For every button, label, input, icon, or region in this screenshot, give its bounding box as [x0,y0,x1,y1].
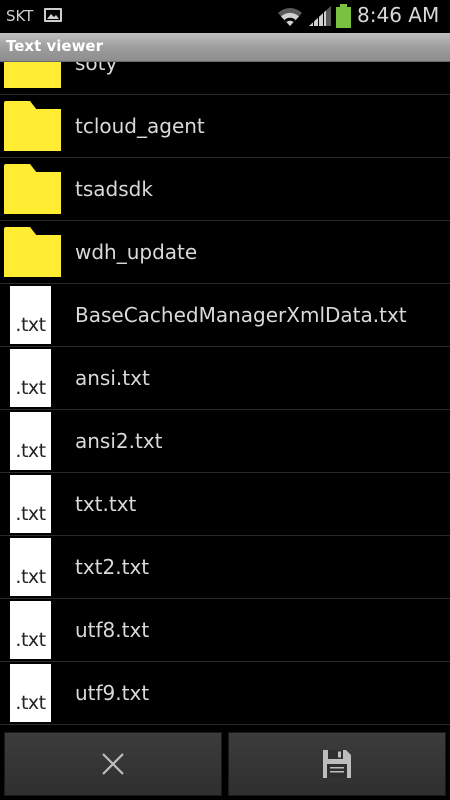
folder-row[interactable]: wdh_update [0,221,450,284]
file-row[interactable]: .txt ansi2.txt [0,410,450,473]
file-row[interactable]: .txt BaseCachedManagerXmlData.txt [0,284,450,347]
file-name: txt2.txt [75,555,150,579]
title-bar: Text viewer [0,33,450,62]
folder-name: tcloud_agent [75,114,205,138]
folder-icon [4,101,61,151]
text-file-icon: .txt [10,664,51,722]
folder-icon [4,164,61,214]
text-file-icon: .txt [10,538,51,596]
text-file-icon: .txt [10,601,51,659]
folder-row[interactable]: soty [0,62,450,95]
file-row[interactable]: .txt txt2.txt [0,536,450,599]
file-row[interactable]: .txt ansi.txt [0,347,450,410]
file-name: utf8.txt [75,618,150,642]
file-extension-label: .txt [15,692,46,714]
file-name: txt.txt [75,492,137,516]
folder-name: soty [75,62,118,75]
save-icon [323,750,351,778]
file-row[interactable]: .txt utf8.txt [0,599,450,662]
file-extension-label: .txt [15,566,46,588]
folder-icon [4,227,61,277]
signal-strength-icon [309,6,331,26]
file-row[interactable]: .txt utf9.txt [0,662,450,725]
clock: 8:46 AM [357,3,440,27]
text-file-icon: .txt [10,412,51,470]
wifi-icon [278,8,302,26]
app-title: Text viewer [6,37,104,55]
cancel-button[interactable] [4,732,222,796]
image-notification-icon [44,8,62,22]
text-file-icon: .txt [10,286,51,344]
text-file-icon: .txt [10,349,51,407]
folder-name: wdh_update [75,240,198,264]
file-extension-label: .txt [15,440,46,462]
folder-icon [4,62,61,88]
folder-row[interactable]: tsadsdk [0,158,450,221]
action-bar [0,726,450,800]
folder-name: tsadsdk [75,177,153,201]
file-extension-label: .txt [15,629,46,651]
file-list-content: soty tcloud_agenttsadsdk wdh_update .txt Bas… [0,62,450,726]
battery-icon [336,4,351,28]
file-name: ansi2.txt [75,429,163,453]
file-extension-label: .txt [15,503,46,525]
file-list[interactable]: soty tcloud_agenttsadsdk wdh_update .txt Bas… [0,62,450,726]
text-file-icon: .txt [10,475,51,533]
folder-row[interactable]: tcloud_agent [0,95,450,158]
file-name: BaseCachedManagerXmlData.txt [75,303,407,327]
file-name: utf9.txt [75,681,150,705]
carrier-name: SKT [6,7,34,25]
save-button[interactable] [228,732,446,796]
file-name: ansi.txt [75,366,150,390]
status-bar: SKT 8:46 AM [0,0,450,33]
file-extension-label: .txt [15,377,46,399]
file-row[interactable]: .txt txt.txt [0,473,450,536]
file-extension-label: .txt [15,314,46,336]
close-icon [102,753,124,775]
